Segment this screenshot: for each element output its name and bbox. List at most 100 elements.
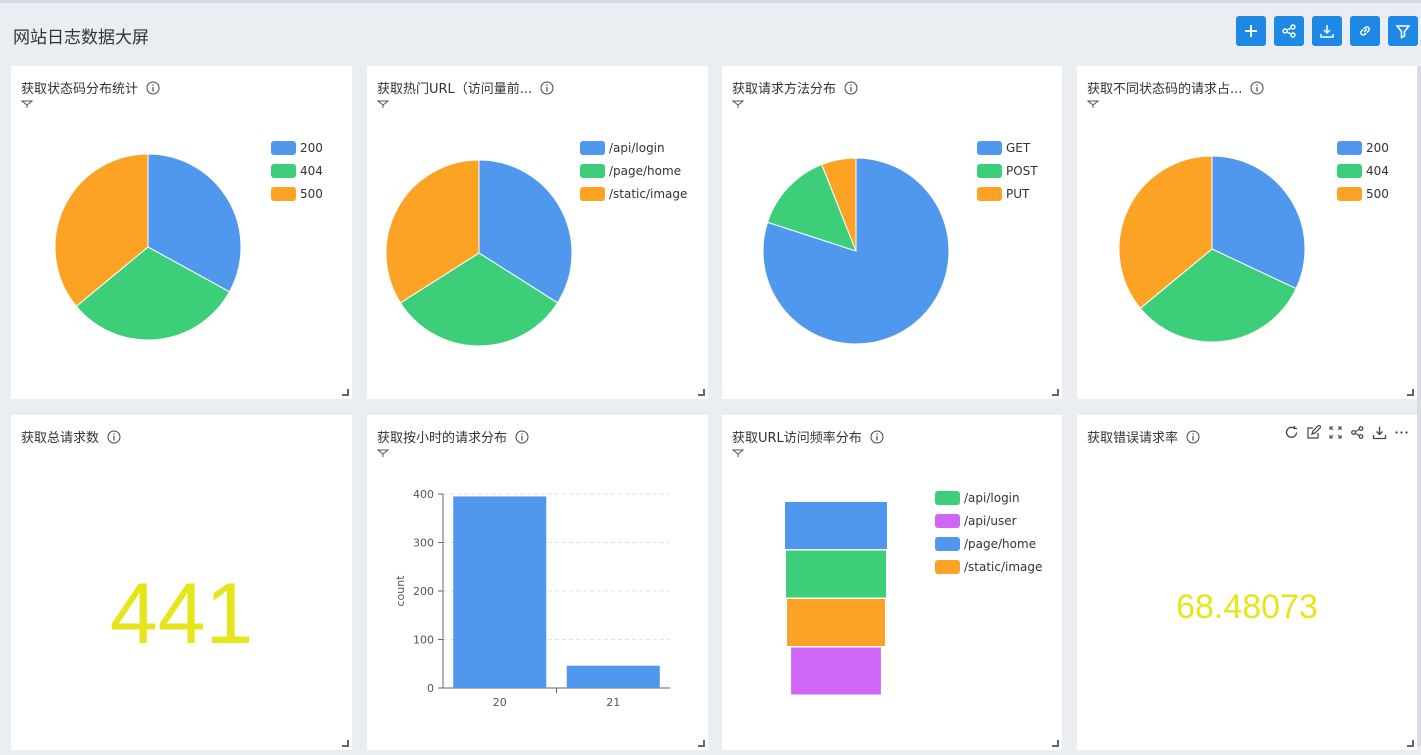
more-icon[interactable] bbox=[1394, 425, 1409, 440]
legend-item[interactable]: /api/login bbox=[580, 136, 687, 159]
x-tick-label: 21 bbox=[606, 696, 620, 709]
chart-legend: 200 404 500 bbox=[1337, 136, 1389, 205]
page-title: 网站日志数据大屏 bbox=[13, 28, 149, 48]
dashboard-header: 网站日志数据大屏 bbox=[0, 3, 1421, 61]
legend-item[interactable]: GET bbox=[977, 136, 1038, 159]
y-axis-label: count bbox=[394, 575, 407, 607]
funnel-segment-/api/login[interactable] bbox=[786, 550, 886, 598]
error-rate-value: 68.48073 bbox=[1176, 588, 1318, 626]
legend-label: PUT bbox=[1006, 186, 1030, 201]
y-tick-label: 100 bbox=[413, 634, 434, 647]
legend-item[interactable]: 200 bbox=[1337, 136, 1389, 159]
funnel-segment-/page/home[interactable] bbox=[785, 502, 887, 549]
legend-item[interactable]: 200 bbox=[271, 136, 323, 159]
refresh-icon[interactable] bbox=[1284, 425, 1299, 440]
plus-icon bbox=[1245, 25, 1257, 37]
y-tick-label: 300 bbox=[413, 537, 434, 550]
info-icon[interactable] bbox=[1186, 430, 1200, 444]
legend-swatch bbox=[977, 186, 1002, 201]
y-tick-label: 0 bbox=[427, 682, 434, 695]
resize-handle[interactable] bbox=[1052, 389, 1059, 396]
fullscreen-icon[interactable] bbox=[1328, 425, 1343, 440]
legend-swatch bbox=[271, 140, 296, 155]
chart-legend: /api/login/page/home/static/image bbox=[580, 136, 687, 205]
scrollbar[interactable] bbox=[1417, 66, 1421, 746]
add-button[interactable] bbox=[1236, 16, 1266, 46]
legend-label: 500 bbox=[300, 186, 323, 201]
bar-20[interactable] bbox=[453, 496, 547, 688]
download-icon bbox=[1320, 25, 1334, 38]
resize-handle[interactable] bbox=[698, 740, 705, 747]
legend-swatch bbox=[271, 186, 296, 201]
legend-item[interactable]: /static/image bbox=[580, 182, 687, 205]
legend-item[interactable]: 404 bbox=[271, 159, 323, 182]
panel-total-requests: 获取总请求数 441 bbox=[11, 415, 352, 750]
legend-label: /static/image bbox=[964, 559, 1043, 574]
legend-swatch bbox=[935, 513, 960, 528]
legend-item[interactable]: /page/home bbox=[580, 159, 687, 182]
bar-21[interactable] bbox=[566, 665, 660, 688]
legend-label: 200 bbox=[300, 140, 323, 155]
chart-legend: 200 404 500 bbox=[271, 136, 323, 205]
panel-status-code-ratio: 获取不同状态码的请求占... 200 404 500 bbox=[1077, 66, 1417, 399]
legend-label: /api/login bbox=[609, 140, 665, 155]
funnel-segment-/api/user[interactable] bbox=[791, 647, 881, 695]
legend-item[interactable]: /api/user bbox=[935, 509, 1042, 532]
pie-chart bbox=[1118, 155, 1306, 343]
legend-swatch bbox=[1337, 186, 1362, 201]
legend-item[interactable]: /api/login bbox=[935, 486, 1042, 509]
legend-swatch bbox=[580, 186, 605, 201]
legend-swatch bbox=[977, 140, 1002, 155]
download-icon[interactable] bbox=[1372, 425, 1387, 440]
total-requests-value: 441 bbox=[109, 566, 254, 662]
legend-label: GET bbox=[1006, 140, 1031, 155]
legend-swatch bbox=[935, 536, 960, 551]
legend-swatch bbox=[580, 163, 605, 178]
pie-chart bbox=[385, 159, 573, 347]
legend-item[interactable]: 404 bbox=[1337, 159, 1389, 182]
legend-item[interactable]: /static/image bbox=[935, 555, 1042, 578]
chart-legend: /api/login/api/user/page/home/static/ima… bbox=[935, 486, 1042, 578]
legend-item[interactable]: PUT bbox=[977, 182, 1038, 205]
panel-error-rate: 获取错误请求率 68.48073 bbox=[1077, 415, 1417, 750]
download-button[interactable] bbox=[1312, 16, 1342, 46]
panel-actions bbox=[1284, 425, 1409, 440]
resize-handle[interactable] bbox=[698, 389, 705, 396]
pie-chart bbox=[54, 153, 242, 341]
legend-swatch bbox=[935, 559, 960, 574]
legend-label: /api/login bbox=[964, 490, 1020, 505]
share-button[interactable] bbox=[1274, 16, 1304, 46]
resize-handle[interactable] bbox=[1407, 389, 1414, 396]
legend-swatch bbox=[977, 163, 1002, 178]
link-button[interactable] bbox=[1350, 16, 1380, 46]
panel-title: 获取总请求数 bbox=[21, 431, 100, 446]
legend-swatch bbox=[271, 163, 296, 178]
legend-swatch bbox=[1337, 140, 1362, 155]
legend-item[interactable]: 500 bbox=[1337, 182, 1389, 205]
panel-url-frequency: 获取URL访问频率分布 /api/login/api/user/page/hom… bbox=[722, 415, 1062, 750]
panel-top-urls: 获取热门URL（访问量前... /api/login/page/home/sta… bbox=[367, 66, 708, 399]
legend-label: /static/image bbox=[609, 186, 688, 201]
funnel-chart bbox=[785, 502, 887, 695]
share-icon[interactable] bbox=[1350, 425, 1365, 440]
resize-handle[interactable] bbox=[342, 740, 349, 747]
legend-item[interactable]: 500 bbox=[271, 182, 323, 205]
legend-item[interactable]: POST bbox=[977, 159, 1038, 182]
legend-label: 500 bbox=[1366, 186, 1389, 201]
edit-icon[interactable] bbox=[1306, 425, 1321, 440]
x-tick-label: 20 bbox=[493, 696, 507, 709]
pie-chart bbox=[762, 157, 950, 345]
funnel-segment-/static/image[interactable] bbox=[787, 599, 885, 646]
filter-button[interactable] bbox=[1388, 16, 1418, 46]
chart-legend: GET POST PUT bbox=[977, 136, 1038, 205]
y-tick-label: 200 bbox=[413, 585, 434, 598]
info-icon[interactable] bbox=[107, 430, 121, 444]
legend-swatch bbox=[935, 490, 960, 505]
legend-label: 404 bbox=[300, 163, 323, 178]
resize-handle[interactable] bbox=[1052, 740, 1059, 747]
bar-chart: 0 100 200 300 400 count 20 21 bbox=[394, 488, 670, 709]
resize-handle[interactable] bbox=[1407, 740, 1414, 747]
resize-handle[interactable] bbox=[342, 389, 349, 396]
legend-label: /page/home bbox=[964, 536, 1037, 551]
legend-item[interactable]: /page/home bbox=[935, 532, 1042, 555]
